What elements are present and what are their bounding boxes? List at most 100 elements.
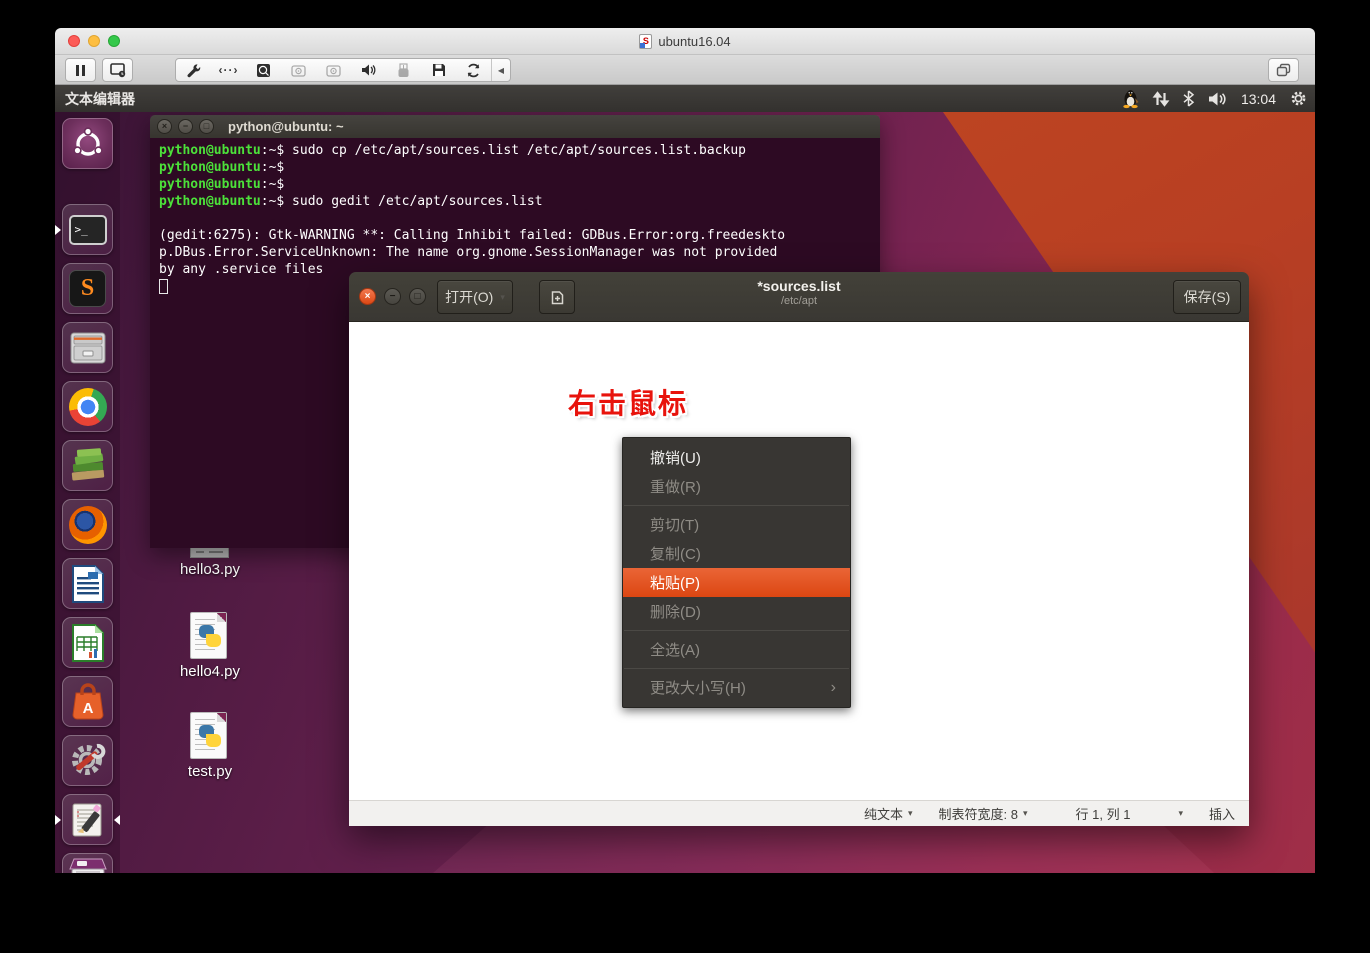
terminal-line: p.DBus.Error.ServiceUnknown: The name or… xyxy=(159,245,778,260)
network-arrows-icon[interactable] xyxy=(1152,90,1170,107)
pause-button[interactable] xyxy=(65,58,96,82)
new-document-button[interactable] xyxy=(539,280,575,314)
bluetooth-icon[interactable] xyxy=(1183,90,1195,107)
gedit-maximize-button[interactable]: □ xyxy=(409,288,426,305)
launcher-item-libreoffice-calc[interactable] xyxy=(62,617,113,668)
books-icon xyxy=(71,447,104,481)
new-document-icon xyxy=(551,290,563,304)
mac-window-title: S ubuntu16.04 xyxy=(55,28,1315,55)
context-menu: 撤销(U) 重做(R) 剪切(T) 复制(C) 粘贴(P) 删除(D) 全选(A… xyxy=(622,437,851,708)
running-indicator xyxy=(55,225,61,235)
save-button[interactable]: 保存(S) xyxy=(1173,280,1241,314)
launcher-item-libreoffice-writer[interactable] xyxy=(62,558,113,609)
chevron-down-icon: ▾ xyxy=(500,291,505,302)
menu-item-delete[interactable]: 删除(D) xyxy=(623,597,850,626)
menu-item-undo[interactable]: 撤销(U) xyxy=(623,443,850,472)
submenu-arrow-icon: › xyxy=(830,678,836,696)
menu-item-select-all[interactable]: 全选(A) xyxy=(623,635,850,664)
terminal-minimize-button[interactable]: − xyxy=(178,119,193,134)
gedit-close-button[interactable]: × xyxy=(359,288,376,305)
tab-width-dropdown[interactable]: 制表符宽度: 8 ▾ xyxy=(939,804,1028,823)
launcher-item-books[interactable] xyxy=(62,440,113,491)
annotation-right-click: 右击鼠标 xyxy=(568,388,689,419)
svg-text:A: A xyxy=(82,700,93,717)
desktop-file-label[interactable]: test.py xyxy=(150,763,270,780)
menu-item-cut[interactable]: 剪切(T) xyxy=(623,510,850,539)
desktop-file-test-icon[interactable] xyxy=(190,712,227,759)
desktop-file-label[interactable]: hello3.py xyxy=(150,561,270,578)
toolbar-collapse-button[interactable]: ◀ xyxy=(492,66,510,75)
chevron-down-icon: ▾ xyxy=(1023,808,1028,818)
terminal-maximize-button[interactable]: □ xyxy=(199,119,214,134)
session-gear-icon[interactable] xyxy=(1290,90,1307,107)
launcher-item-dash-home[interactable] xyxy=(62,118,113,169)
audio-button[interactable] xyxy=(351,59,386,81)
desktop-file-hello4-icon[interactable] xyxy=(190,612,227,659)
cd-button-2[interactable] xyxy=(316,59,351,81)
doc-type-dropdown[interactable]: 纯文本 ▾ xyxy=(864,804,913,823)
terminal-title: python@ubuntu: ~ xyxy=(228,119,344,134)
ubuntu-logo-icon xyxy=(72,126,103,156)
gedit-minimize-button[interactable]: − xyxy=(384,288,401,305)
launcher-item-terminal[interactable]: >_ xyxy=(62,204,113,255)
terminal-close-button[interactable]: × xyxy=(157,119,172,134)
launcher-item-file-manager[interactable] xyxy=(62,322,113,373)
vm-document-icon: S xyxy=(639,34,653,49)
menu-item-copy[interactable]: 复制(C) xyxy=(623,539,850,568)
launcher-item-text-editor[interactable] xyxy=(62,794,113,845)
desktop-file-hello3-icon[interactable] xyxy=(190,547,229,558)
launcher-item-firefox[interactable] xyxy=(62,499,113,550)
terminal-line: (gedit:6275): Gtk-WARNING **: Calling In… xyxy=(159,228,786,243)
volume-icon[interactable] xyxy=(1208,91,1227,107)
view-mode-button[interactable] xyxy=(1268,58,1299,82)
floppy-button[interactable] xyxy=(421,59,456,81)
launcher-item-chrome[interactable] xyxy=(62,381,113,432)
usb-button[interactable] xyxy=(386,59,421,81)
wrench-icon xyxy=(187,63,201,77)
focused-indicator-right xyxy=(114,815,120,825)
cd-button-1[interactable] xyxy=(281,59,316,81)
menu-item-redo[interactable]: 重做(R) xyxy=(623,472,850,501)
configure-button[interactable] xyxy=(176,59,211,81)
launcher-item-sublime-text[interactable]: S xyxy=(62,263,113,314)
vm-title-text: ubuntu16.04 xyxy=(658,34,731,49)
harddisk-button[interactable] xyxy=(246,59,281,81)
insert-mode-indicator[interactable]: 插入 xyxy=(1209,804,1235,823)
software-bag-icon: A xyxy=(71,682,104,719)
network-button[interactable]: ‹··› xyxy=(211,59,246,81)
vm-toolbar: ‹··› ◀ xyxy=(55,55,1315,85)
terminal-titlebar[interactable]: × − □ python@ubuntu: ~ xyxy=(150,115,880,138)
gedit-notepad-icon xyxy=(72,803,101,836)
menu-item-paste[interactable]: 粘贴(P) xyxy=(623,568,850,597)
cursor-position: 行 1, 列 1 xyxy=(1075,807,1131,822)
network-icon: ‹··› xyxy=(218,63,239,77)
gedit-statusbar: 纯文本 ▾ 制表符宽度: 8 ▾ 行 1, 列 1 ▾ 插入 xyxy=(349,800,1249,826)
launcher-item-system-settings[interactable] xyxy=(62,735,113,786)
top-panel: 文本编辑器 13:04 xyxy=(55,85,1315,112)
harddisk-icon xyxy=(257,63,270,77)
desktop-file-label[interactable]: hello4.py xyxy=(150,663,270,680)
goto-line-dropdown[interactable]: ▾ xyxy=(1178,808,1183,819)
chrome-icon xyxy=(68,387,107,426)
sync-button[interactable] xyxy=(456,59,491,81)
menu-item-change-case[interactable]: 更改大小写(H) › xyxy=(623,673,850,702)
terminal-icon: >_ xyxy=(68,214,107,245)
printer-icon xyxy=(68,858,107,873)
calc-icon xyxy=(71,623,104,662)
cd-icon xyxy=(291,64,306,77)
clock[interactable]: 13:04 xyxy=(1241,91,1276,107)
gedit-headerbar[interactable]: × − □ 打开(O) ▾ *sources.list /etc/apt 保存(… xyxy=(349,272,1249,322)
terminal-line: python@ubuntu:~$ xyxy=(159,160,285,175)
launcher-item-ubuntu-software[interactable]: A xyxy=(62,676,113,727)
ubuntu-desktop: 文本编辑器 13:04 >_ S A hello3.py hello4.py t… xyxy=(55,85,1315,873)
snapshot-button[interactable] xyxy=(102,58,133,82)
tux-indicator-icon[interactable] xyxy=(1122,89,1139,109)
pause-icon xyxy=(76,64,85,76)
python-logo-icon xyxy=(199,725,221,747)
launcher-item-printer[interactable] xyxy=(62,853,113,873)
writer-icon xyxy=(71,564,104,603)
snapshot-icon xyxy=(109,62,125,77)
focused-app-name[interactable]: 文本编辑器 xyxy=(65,89,135,109)
open-button[interactable]: 打开(O) ▾ xyxy=(437,280,513,314)
menu-separator xyxy=(624,668,849,669)
